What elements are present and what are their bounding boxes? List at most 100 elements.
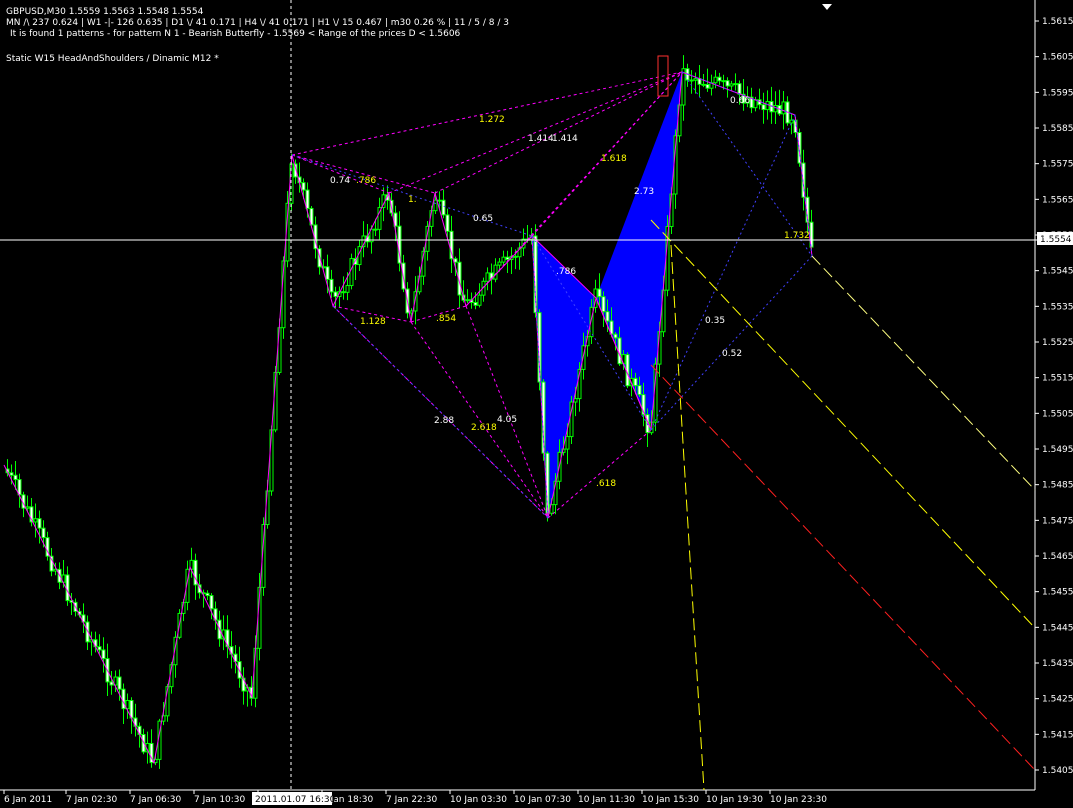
candle-bull bbox=[565, 436, 570, 450]
price-tick-label: 1.5505 bbox=[1042, 409, 1073, 419]
candle-bear bbox=[65, 574, 70, 602]
price-tick-label: 1.5475 bbox=[1042, 516, 1073, 526]
ratio-line-magenta bbox=[291, 154, 436, 194]
ratio-line-magenta bbox=[291, 71, 683, 156]
time-tick-label: 10 Jan 07:30 bbox=[514, 795, 571, 805]
candle-bear bbox=[37, 518, 42, 529]
zigzag-series bbox=[3, 71, 813, 765]
time-tick-label: 10 Jan 15:30 bbox=[642, 795, 699, 805]
ratio-label-yellow: 1.272 bbox=[479, 115, 505, 125]
candle-bear bbox=[705, 83, 710, 89]
candlestick-series bbox=[5, 55, 814, 769]
candle-bull bbox=[433, 199, 438, 212]
candle-bear bbox=[41, 527, 46, 539]
candle-bear bbox=[9, 472, 14, 476]
price-tick-label: 1.5545 bbox=[1042, 267, 1073, 277]
ratio-label-white: 4.05 bbox=[497, 415, 517, 425]
candle-bear bbox=[333, 291, 338, 298]
ratio-line-magenta bbox=[291, 154, 390, 194]
price-tick-label: 1.5445 bbox=[1042, 623, 1073, 633]
candle-bear bbox=[301, 182, 306, 191]
zigzag-settings-line: Static W15 HeadAndShoulders / Dinamic M1… bbox=[6, 54, 219, 64]
candle-bear bbox=[397, 225, 402, 264]
candle-bull bbox=[493, 264, 498, 280]
chart-window[interactable]: 0.74 0.65 2.88 4.05 2.73 0.35 0.52 0.66 1.414 1.4… bbox=[0, 0, 1073, 808]
candle-bull bbox=[345, 285, 350, 293]
price-tick-label: 1.5605 bbox=[1042, 53, 1073, 63]
price-tick-label: 1.5495 bbox=[1042, 445, 1073, 455]
ratio-line-blue bbox=[650, 255, 813, 431]
symbol-line: GBPUSD,M30 1.5559 1.5563 1.5548 1.5554 bbox=[6, 7, 204, 17]
candle-bear bbox=[117, 676, 122, 690]
candle-bear bbox=[325, 266, 330, 280]
candle-bear bbox=[109, 681, 114, 686]
candle-bull bbox=[681, 68, 686, 106]
price-tick-label: 1.5515 bbox=[1042, 374, 1073, 384]
price-axis: 1.5615 1.5605 1.5595 1.5585 1.5575 1.5565 1.55… bbox=[1035, 17, 1073, 776]
price-tick-label: 1.5455 bbox=[1042, 588, 1073, 598]
ratio-label-white: 1.414 bbox=[552, 134, 578, 144]
candle-bear bbox=[329, 278, 334, 293]
price-tick-label: 1.5405 bbox=[1042, 766, 1073, 776]
candle-bear bbox=[341, 291, 346, 294]
price-tick-label: 1.5535 bbox=[1042, 302, 1073, 312]
time-tick-label: 7 Jan 22:30 bbox=[386, 795, 438, 805]
ratio-label-white: 2.88 bbox=[434, 416, 454, 426]
time-axis: 6 Jan 2011 7 Jan 02:30 7 Jan 06:30 7 Jan 10… bbox=[3, 790, 827, 805]
candle-bear bbox=[437, 199, 442, 202]
candle-bear bbox=[597, 288, 602, 298]
candle-bull bbox=[33, 518, 38, 523]
ratio-label-white: 0.65 bbox=[473, 214, 493, 224]
candle-bull bbox=[497, 261, 502, 266]
ratio-line-magenta bbox=[388, 71, 683, 194]
candle-bear bbox=[601, 296, 606, 313]
pattern-found-line: It is found 1 patterns - for pattern N 1… bbox=[10, 29, 461, 39]
candle-bear bbox=[209, 595, 214, 610]
candle-bear bbox=[737, 83, 742, 95]
candle-bear bbox=[121, 688, 126, 710]
candle-bull bbox=[773, 104, 778, 113]
price-chart[interactable]: 0.74 0.65 2.88 4.05 2.73 0.35 0.52 0.66 1.4141.4… bbox=[0, 0, 1073, 808]
ratio-label-white: 0.35 bbox=[705, 316, 725, 326]
candle-bear bbox=[613, 333, 618, 339]
candle-bear bbox=[441, 199, 446, 216]
ratio-label-yellow: .786 bbox=[356, 176, 376, 186]
time-tick-label: 7 Jan 06:30 bbox=[130, 795, 182, 805]
chart-shift-marker-icon[interactable] bbox=[822, 4, 832, 10]
price-tick-label: 1.5425 bbox=[1042, 695, 1073, 705]
ratio-line-magenta bbox=[465, 305, 549, 519]
time-tick-label: 10 Jan 19:30 bbox=[706, 795, 763, 805]
pattern-triangle-xab bbox=[532, 236, 596, 518]
candle-bear bbox=[473, 302, 478, 306]
price-tick-label: 1.5555 bbox=[1042, 231, 1073, 241]
candle-bear bbox=[633, 377, 638, 387]
candle-bear bbox=[605, 311, 610, 322]
price-tick-label: 1.5565 bbox=[1042, 195, 1073, 205]
ratio-label-white: 0.74 bbox=[330, 176, 350, 186]
candle-bull bbox=[753, 99, 758, 109]
time-tick-label: 10 Jan 23:30 bbox=[770, 795, 827, 805]
candle-bear bbox=[505, 256, 510, 261]
candle-bull bbox=[485, 272, 490, 282]
candle-bear bbox=[17, 479, 22, 496]
zigzag-line bbox=[3, 71, 813, 765]
candle-bull bbox=[465, 299, 470, 302]
candle-bull bbox=[501, 256, 506, 263]
ratio-label-yellow: 1.618 bbox=[601, 154, 627, 164]
ratio-line-magenta bbox=[410, 321, 549, 519]
candle-bear bbox=[101, 649, 106, 660]
ratio-label-white: 2.73 bbox=[634, 187, 654, 197]
price-tick-label: 1.5595 bbox=[1042, 88, 1073, 98]
ratio-label-yellow: .618 bbox=[596, 479, 616, 489]
price-tick-label: 1.5585 bbox=[1042, 124, 1073, 134]
candle-bull bbox=[781, 101, 786, 115]
time-tick-label: 6 Jan 2011 bbox=[4, 795, 52, 805]
candle-bear bbox=[725, 80, 730, 87]
candle-bull bbox=[713, 76, 718, 84]
candle-bull bbox=[729, 83, 734, 87]
price-tick-label: 1.5465 bbox=[1042, 552, 1073, 562]
time-tick-label: 10 Jan 03:30 bbox=[450, 795, 507, 805]
ratio-line-blue bbox=[332, 305, 549, 519]
candle-bull bbox=[477, 294, 482, 306]
candle-bear bbox=[453, 258, 458, 263]
